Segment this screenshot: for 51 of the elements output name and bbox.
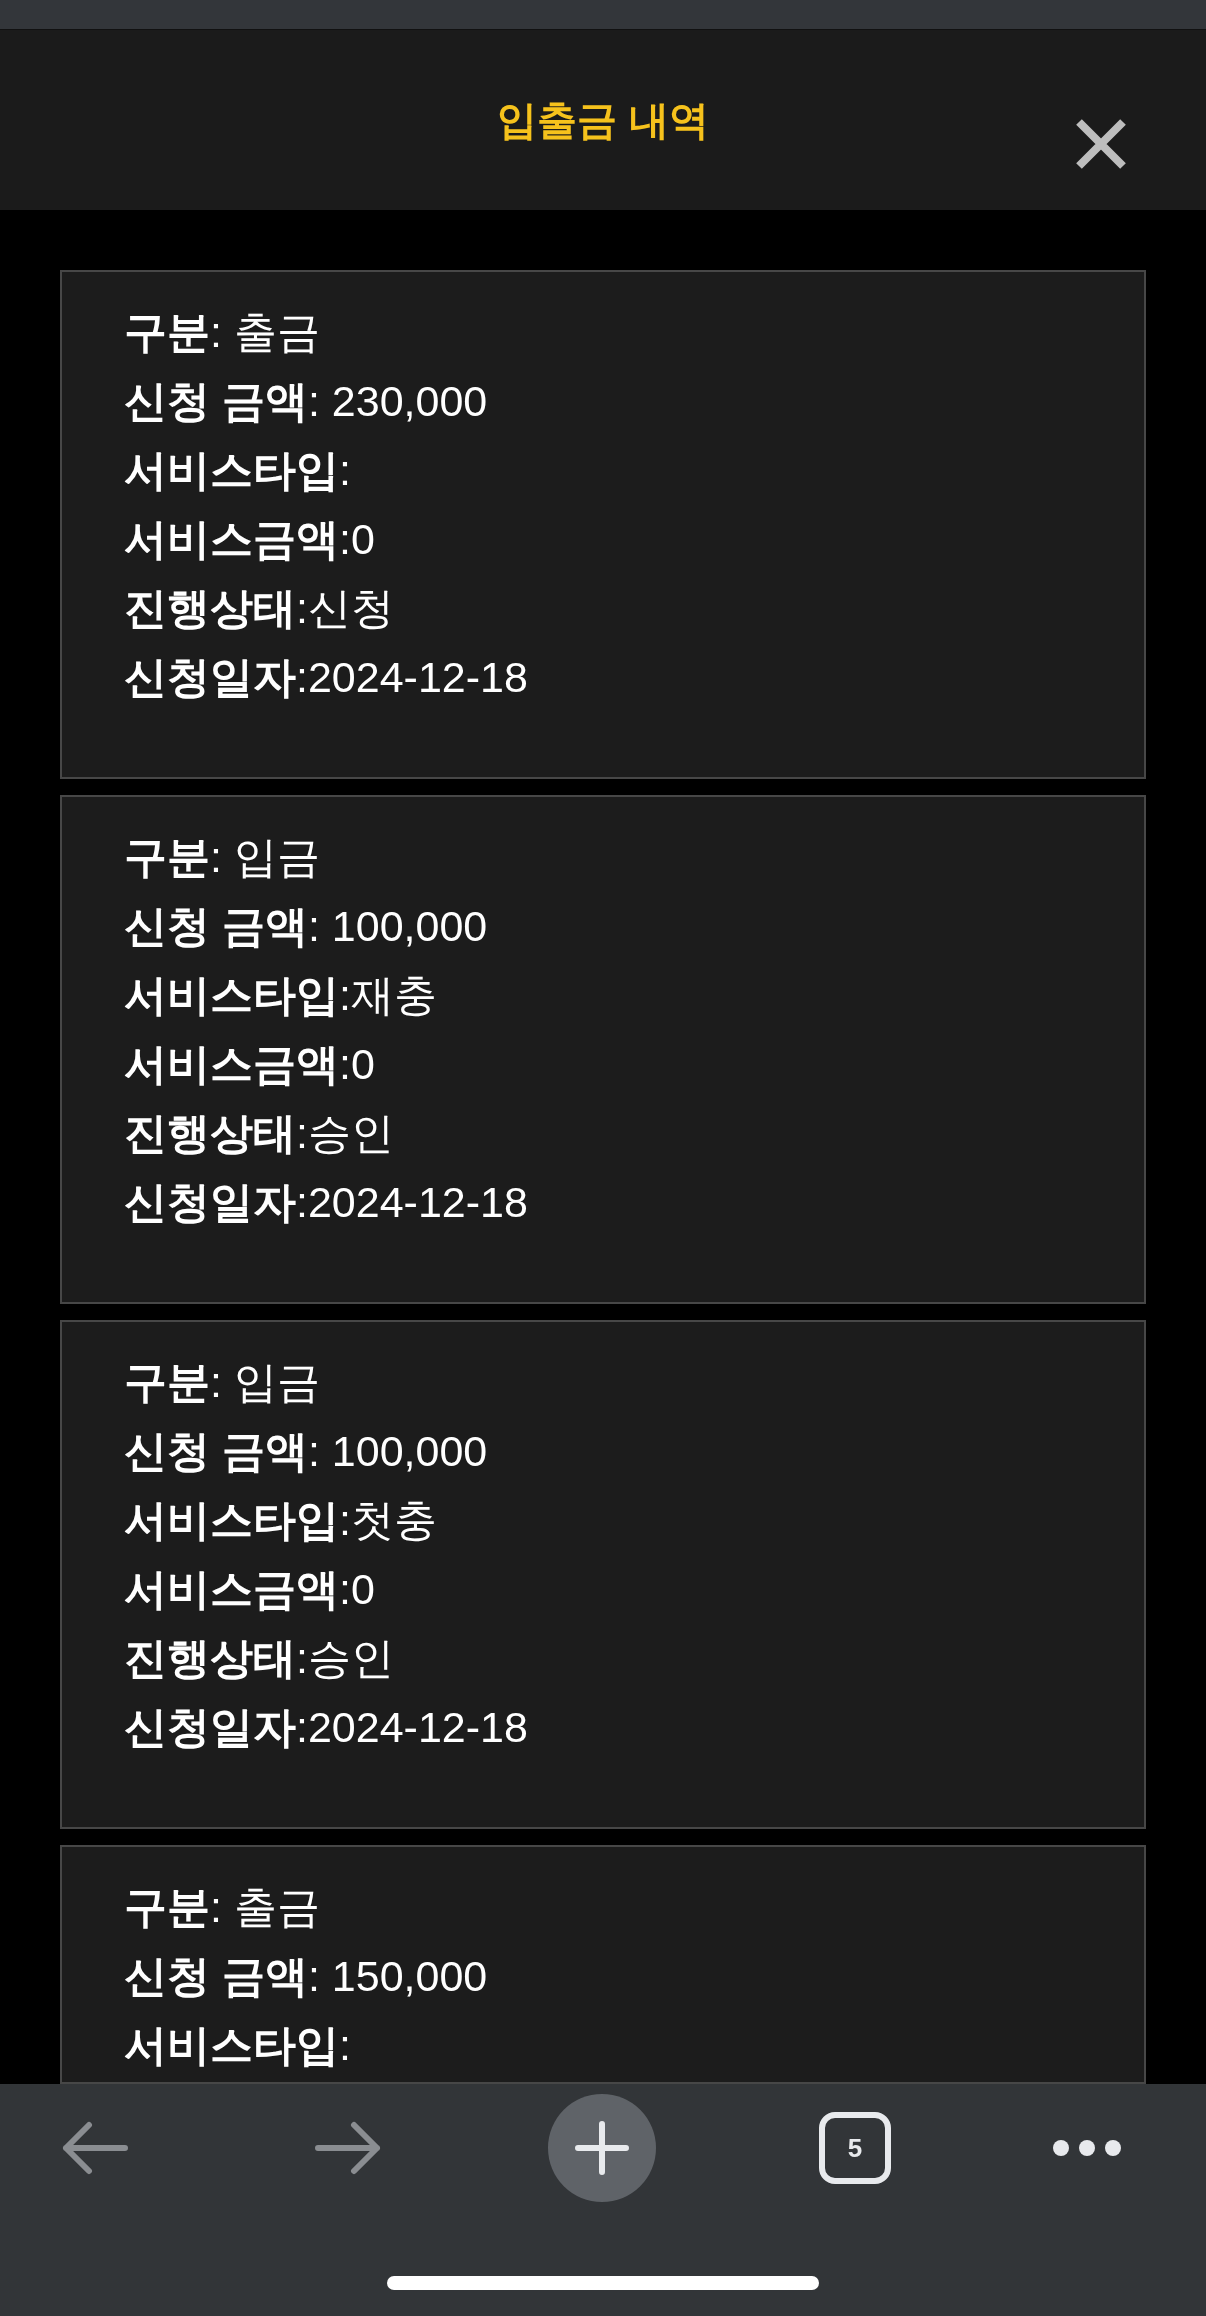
- field-label: 진행상태: [124, 1634, 296, 1682]
- plus-icon: [575, 2121, 629, 2175]
- field-label: 구분: [124, 308, 210, 356]
- field-value: :승인: [296, 1634, 394, 1682]
- more-button[interactable]: [1053, 2140, 1121, 2156]
- left-arrow-icon: [62, 2121, 128, 2175]
- field-value: : 150,000: [307, 1952, 488, 2000]
- field-label: 신청일자: [124, 653, 296, 701]
- field-label: 신청 금액: [124, 377, 308, 425]
- field-value: :0: [339, 1565, 375, 1613]
- field-label: 신청일자: [124, 1178, 296, 1226]
- field-label: 진행상태: [124, 1109, 296, 1157]
- field-label: 서비스금액: [124, 515, 339, 563]
- field-value: : 100,000: [307, 1427, 488, 1475]
- field-label: 진행상태: [124, 584, 296, 632]
- close-icon: [1075, 118, 1127, 170]
- field-value: : 입금: [210, 833, 320, 881]
- field-label: 서비스타입: [124, 971, 339, 1019]
- right-arrow-icon: [315, 2121, 381, 2175]
- page-title: 입출금 내역: [497, 97, 709, 144]
- field-label: 구분: [124, 1358, 210, 1406]
- field-value: : 출금: [210, 308, 320, 356]
- field-value: :재충: [339, 971, 437, 1019]
- field-value: :첫충: [339, 1496, 437, 1544]
- tab-switcher-button[interactable]: 5: [819, 2112, 891, 2184]
- field-label: 서비스타입: [124, 2021, 339, 2069]
- field-value: :2024-12-18: [296, 1178, 528, 1226]
- field-value: :신청: [296, 584, 394, 632]
- field-label: 서비스금액: [124, 1565, 339, 1613]
- field-value: :승인: [296, 1109, 394, 1157]
- field-value: :0: [339, 1040, 375, 1088]
- field-label: 신청 금액: [124, 1427, 308, 1475]
- field-value: :2024-12-18: [296, 1703, 528, 1751]
- field-label: 신청 금액: [124, 1952, 308, 2000]
- field-value: : 100,000: [307, 902, 488, 950]
- field-value: :: [339, 446, 351, 494]
- field-label: 서비스타입: [124, 446, 339, 494]
- field-label: 신청 금액: [124, 902, 308, 950]
- close-button[interactable]: [1075, 118, 1127, 170]
- field-value: : 입금: [210, 1358, 320, 1406]
- field-label: 구분: [124, 833, 210, 881]
- field-label: 서비스타입: [124, 1496, 339, 1544]
- field-value: :: [339, 2021, 351, 2069]
- field-label: 서비스금액: [124, 1040, 339, 1088]
- field-value: :2024-12-18: [296, 653, 528, 701]
- field-value: :0: [339, 515, 375, 563]
- field-label: 신청일자: [124, 1703, 296, 1751]
- more-icon: [1053, 2140, 1121, 2156]
- field-label: 구분: [124, 1883, 210, 1931]
- field-value: : 230,000: [307, 377, 488, 425]
- field-value: : 출금: [210, 1883, 320, 1931]
